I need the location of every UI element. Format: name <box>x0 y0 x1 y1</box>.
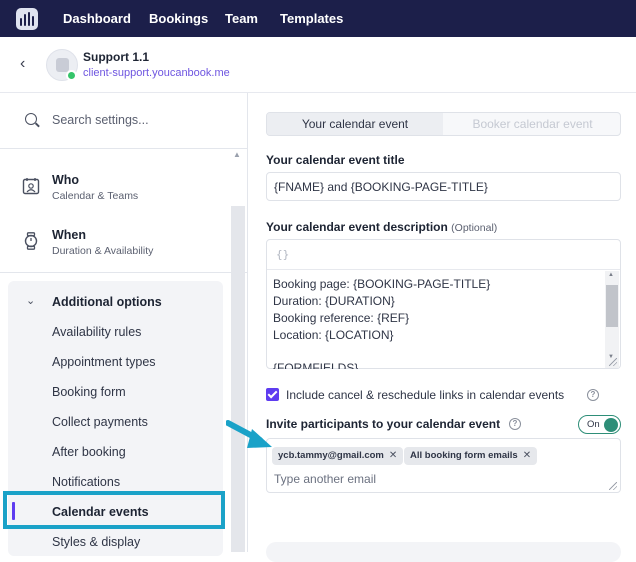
chevron-left-icon[interactable]: ‹ <box>20 55 25 73</box>
calendar-events-panel: Your calendar event Booker calendar even… <box>248 93 636 562</box>
nav-team[interactable]: Team <box>225 11 258 26</box>
top-nav: Dashboard Bookings Team Templates <box>0 0 636 37</box>
description-line: Booking reference: {REF} <box>273 311 410 325</box>
insert-variable-icon[interactable]: {} <box>276 248 289 261</box>
chevron-down-icon[interactable]: ⌄ <box>26 294 35 307</box>
additional-options-heading[interactable]: Additional options <box>52 295 162 309</box>
email-chip: ycb.tammy@gmail.com ✕ <box>272 447 404 465</box>
nav-templates[interactable]: Templates <box>280 11 343 26</box>
cancel-links-checkbox[interactable] <box>266 388 279 401</box>
calendar-team-icon <box>22 178 40 195</box>
optional-tag: (Optional) <box>451 222 498 234</box>
footer-bar <box>266 542 621 562</box>
event-tabs: Your calendar event Booker calendar even… <box>266 112 621 136</box>
sidebar-item-who[interactable]: Who Calendar & Teams <box>0 159 230 215</box>
chip-label: ycb.tammy@gmail.com <box>278 450 384 461</box>
scroll-up-icon[interactable]: ▲ <box>608 272 614 278</box>
sidebar-option-collect-payments[interactable]: Collect payments <box>52 415 148 429</box>
page-url-link[interactable]: client-support.youcanbook.me <box>83 67 230 79</box>
nav-bookings[interactable]: Bookings <box>149 11 208 26</box>
sidebar-item-when[interactable]: When Duration & Availability <box>0 214 230 270</box>
editor-toolbar: {} <box>267 240 620 270</box>
sidebar-option-styles-display[interactable]: Styles & display <box>52 535 140 549</box>
email-chip: All booking form emails ✕ <box>404 447 538 465</box>
sidebar-item-sublabel: Duration & Availability <box>52 245 154 257</box>
page-glyph-icon <box>56 58 69 72</box>
title-label: Your calendar event title <box>266 153 405 167</box>
search-icon <box>25 113 37 125</box>
sidebar-option-availability-rules[interactable]: Availability rules <box>52 325 141 339</box>
description-scrollbar[interactable]: ▲ ▼ <box>605 271 619 368</box>
description-label: Your calendar event description (Optiona… <box>266 220 497 234</box>
sidebar-item-sublabel: Calendar & Teams <box>52 190 139 202</box>
invite-label: Invite participants to your calendar eve… <box>266 417 501 431</box>
page-header: ‹ Support 1.1 client-support.youcanbook.… <box>0 37 636 93</box>
search-settings[interactable]: Search settings... <box>0 93 247 149</box>
description-line: Duration: {DURATION} <box>273 294 395 308</box>
toggle-knob <box>604 418 618 432</box>
status-online-icon <box>66 70 77 81</box>
description-label-text: Your calendar event description <box>266 220 448 234</box>
page-title: Support 1.1 <box>83 50 150 64</box>
active-indicator <box>12 502 15 520</box>
tab-booker-calendar-event[interactable]: Booker calendar event <box>444 113 621 135</box>
invite-email-input[interactable]: Type another email <box>274 472 376 486</box>
event-title-input[interactable]: {FNAME} and {BOOKING-PAGE-TITLE} <box>266 172 621 201</box>
invite-toggle[interactable]: On <box>578 415 621 434</box>
search-input[interactable]: Search settings... <box>52 113 149 127</box>
watch-icon <box>24 232 38 250</box>
sidebar-option-calendar-events[interactable]: Calendar events <box>52 505 149 519</box>
info-icon[interactable]: ? <box>587 389 599 401</box>
sidebar-option-after-booking[interactable]: After booking <box>52 445 126 459</box>
sidebar-scrollbar[interactable] <box>231 206 245 552</box>
cancel-links-label[interactable]: Include cancel & reschedule links in cal… <box>286 388 564 402</box>
event-description-editor[interactable]: {} Booking page: {BOOKING-PAGE-TITLE} Du… <box>266 239 621 369</box>
invite-participants-field[interactable]: ycb.tammy@gmail.com ✕ All booking form em… <box>266 438 621 493</box>
sidebar-item-label: When <box>52 228 87 242</box>
nav-dashboard[interactable]: Dashboard <box>63 11 131 26</box>
event-title-value: {FNAME} and {BOOKING-PAGE-TITLE} <box>274 180 488 194</box>
avatar <box>46 49 78 81</box>
scroll-up-icon[interactable]: ▲ <box>233 150 241 159</box>
chip-label: All booking form emails <box>410 450 518 461</box>
settings-sidebar: Search settings... ▲ Who Calendar & Team… <box>0 93 248 556</box>
divider <box>0 272 247 273</box>
resize-handle-icon[interactable] <box>609 482 617 490</box>
info-icon[interactable]: ? <box>509 418 521 430</box>
description-line: Booking page: {BOOKING-PAGE-TITLE} <box>273 277 491 291</box>
close-icon[interactable]: ✕ <box>523 450 531 461</box>
sidebar-option-notifications[interactable]: Notifications <box>52 475 120 489</box>
sidebar-option-appointment-types[interactable]: Appointment types <box>52 355 156 369</box>
app-logo-icon[interactable] <box>16 8 38 30</box>
resize-handle-icon[interactable] <box>609 358 617 366</box>
sidebar-item-label: Who <box>52 173 80 187</box>
annotation-arrow-icon <box>226 420 272 448</box>
scrollbar-thumb[interactable] <box>606 285 618 327</box>
close-icon[interactable]: ✕ <box>389 450 397 461</box>
description-line: Location: {LOCATION} <box>273 328 394 342</box>
description-line: {FORMFIELDS} <box>273 362 359 369</box>
tab-your-calendar-event[interactable]: Your calendar event <box>267 113 443 135</box>
sidebar-option-booking-form[interactable]: Booking form <box>52 385 126 399</box>
toggle-label: On <box>587 419 600 430</box>
